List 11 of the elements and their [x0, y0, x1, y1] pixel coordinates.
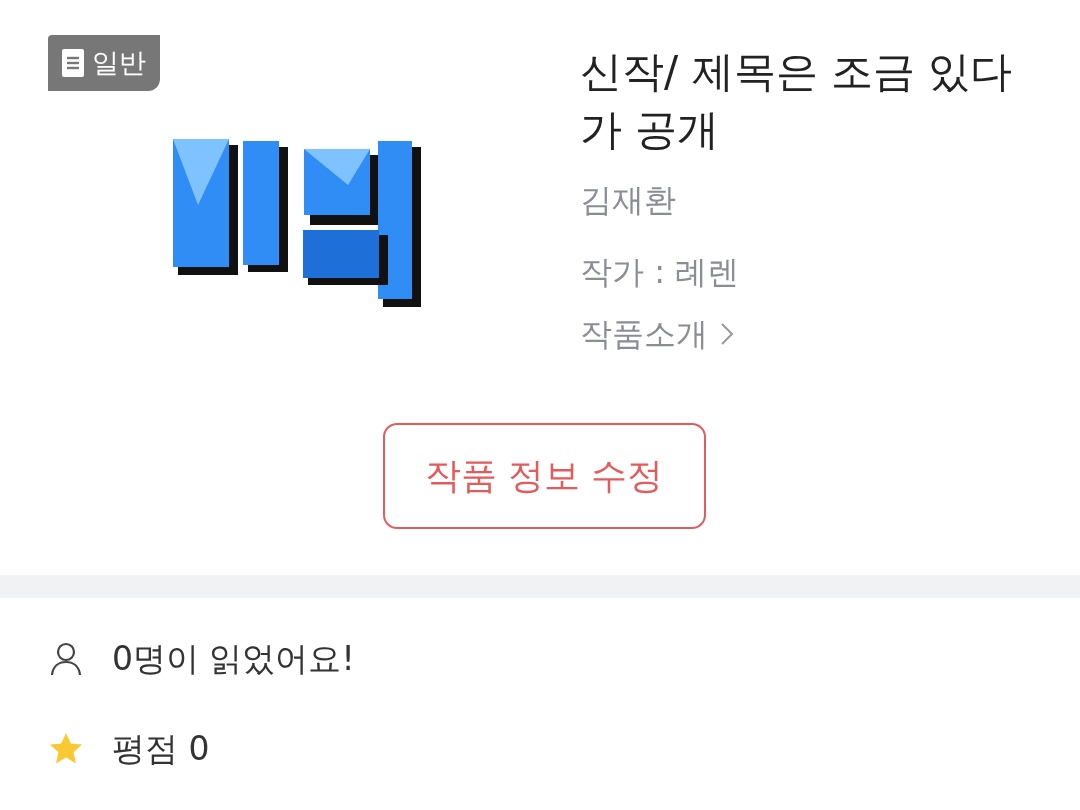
badge-label: 일반: [92, 46, 146, 80]
edit-info-button[interactable]: 작품 정보 수정: [382, 423, 706, 529]
intro-link[interactable]: 작품소개: [580, 303, 1040, 365]
writer-label: 작가 : 례렌: [580, 252, 741, 293]
document-icon: [62, 49, 84, 77]
stat-text: 평점 0: [112, 728, 210, 770]
stat-text: 0명이 읽었어요!: [112, 638, 355, 680]
person-icon: [48, 641, 84, 677]
chevron-icon: [720, 322, 734, 346]
work-title: 신작/ 제목은 조금 있다가 공개: [580, 46, 1014, 156]
author-name: 김재환: [580, 180, 677, 221]
